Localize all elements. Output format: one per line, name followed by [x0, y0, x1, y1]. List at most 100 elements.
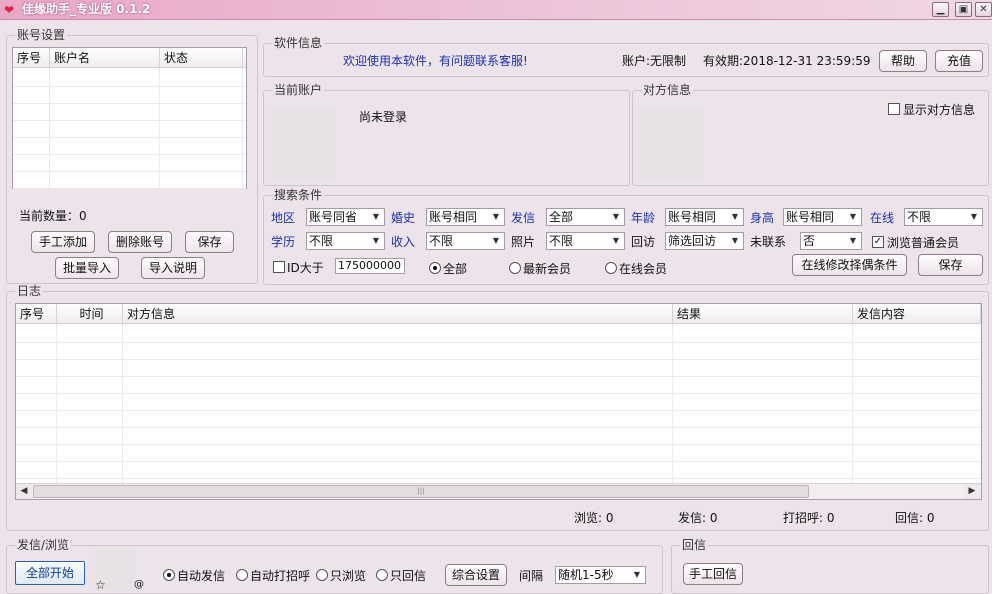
mode-browse-only-label: 只浏览: [330, 569, 367, 583]
uncontacted-select[interactable]: 否 ▼: [800, 232, 862, 250]
col-status[interactable]: 状态: [160, 48, 243, 68]
title-bar[interactable]: ❤ 佳缘助手_专业版 0.1.2 ▁ ▣ ✕: [0, 0, 992, 20]
account-settings-title: 账号设置: [15, 28, 68, 42]
log-col-other-info[interactable]: 对方信息: [123, 304, 673, 324]
chevron-down-icon: ▼: [492, 212, 500, 221]
grid-row-line: [16, 342, 981, 343]
start-all-button[interactable]: 全部开始: [15, 561, 85, 585]
mode-auto-send-radio[interactable]: [163, 569, 175, 581]
minimize-button[interactable]: ▁: [932, 2, 949, 17]
save-search-button[interactable]: 保存: [918, 254, 983, 276]
log-table-header: 序号 时间 对方信息 结果 发信内容: [16, 304, 981, 324]
mode-auto-send-label: 自动发信: [177, 569, 226, 583]
other-info-title: 对方信息: [641, 83, 694, 97]
photo-value: 不限: [549, 234, 574, 248]
stat-reply: 回信: 0: [895, 511, 935, 525]
delete-account-button[interactable]: 删除账号: [108, 231, 172, 253]
search-conditions-title: 搜索条件: [272, 188, 325, 202]
account-count: 当前数量：0: [19, 209, 87, 223]
height-select[interactable]: 账号相同 ▼: [783, 208, 862, 226]
sent-select[interactable]: 全部 ▼: [546, 208, 625, 226]
income-select[interactable]: 不限 ▼: [426, 232, 505, 250]
income-label: 收入: [391, 235, 416, 249]
modify-criteria-button[interactable]: 在线修改择偶条件: [792, 254, 907, 276]
income-value: 不限: [429, 234, 454, 248]
radio-all[interactable]: [429, 262, 441, 274]
window-title: 佳缘助手_专业版 0.1.2: [22, 2, 151, 16]
uncontacted-label: 未联系: [750, 235, 787, 249]
radio-online[interactable]: [605, 262, 617, 274]
browse-normal-label: 浏览普通会员: [887, 236, 960, 250]
online-label: 在线: [870, 211, 895, 225]
grid-line: [852, 324, 853, 483]
current-avatar: [271, 108, 335, 180]
mode-reply-only-radio[interactable]: [376, 569, 388, 581]
photo-label: 照片: [511, 235, 536, 249]
region-select[interactable]: 账号同省 ▼: [306, 208, 385, 226]
log-horizontal-scrollbar[interactable]: ◀ ||| ▶: [16, 483, 981, 499]
send-browse-title: 发信/浏览: [15, 538, 72, 552]
log-table[interactable]: 序号 时间 对方信息 结果 发信内容 ◀ ||| ▶: [15, 303, 982, 500]
scroll-left-icon[interactable]: ◀: [16, 484, 32, 499]
education-value: 不限: [309, 234, 334, 248]
id-filter-input[interactable]: 175000000: [335, 258, 405, 274]
mode-reply-only-label: 只回信: [390, 569, 427, 583]
grid-row-line: [13, 171, 246, 172]
log-col-index[interactable]: 序号: [16, 304, 57, 324]
manual-reply-button[interactable]: 手工回信: [683, 563, 743, 585]
education-label: 学历: [271, 235, 296, 249]
help-button[interactable]: 帮助: [879, 50, 927, 72]
save-accounts-button[interactable]: 保存: [185, 231, 234, 253]
chevron-down-icon: ▼: [372, 236, 380, 245]
batch-import-button[interactable]: 批量导入: [55, 257, 119, 279]
welcome-text: 欢迎使用本软件，有问题联系客服!: [343, 54, 528, 68]
age-label: 年龄: [631, 211, 656, 225]
account-list[interactable]: 序号 账户名 状态: [12, 47, 247, 189]
chevron-down-icon: ▼: [633, 570, 641, 579]
manual-add-button[interactable]: 手工添加: [31, 231, 95, 253]
account-limit: 账户:无限制: [622, 54, 687, 68]
col-account-name[interactable]: 账户名: [50, 48, 160, 68]
other-avatar: [639, 108, 703, 180]
show-other-info-label: 显示对方信息: [903, 103, 976, 117]
photo-select[interactable]: 不限 ▼: [546, 232, 625, 250]
radio-newest[interactable]: [509, 262, 521, 274]
software-info-title: 软件信息: [272, 36, 325, 50]
reply-title: 回信: [680, 538, 709, 552]
grid-row-line: [16, 359, 981, 360]
mode-browse-only-radio[interactable]: [316, 569, 328, 581]
interval-select[interactable]: 随机1-5秒 ▼: [555, 566, 646, 584]
marriage-value: 账号相同: [429, 210, 478, 224]
import-help-button[interactable]: 导入说明: [141, 257, 205, 279]
general-settings-button[interactable]: 综合设置: [445, 564, 507, 586]
log-col-result[interactable]: 结果: [673, 304, 853, 324]
mode-auto-greet-label: 自动打招呼: [250, 569, 311, 583]
at-icon: @: [134, 579, 144, 590]
log-col-content[interactable]: 发信内容: [853, 304, 981, 324]
height-value: 账号相同: [786, 210, 835, 224]
scroll-right-icon[interactable]: ▶: [964, 484, 980, 499]
mode-auto-greet-radio[interactable]: [236, 569, 248, 581]
chevron-down-icon: ▼: [372, 212, 380, 221]
id-filter-checkbox[interactable]: [273, 261, 285, 273]
maximize-button[interactable]: ▣: [955, 2, 972, 17]
online-select[interactable]: 不限 ▼: [904, 208, 983, 226]
account-list-header: 序号 账户名 状态: [13, 48, 246, 68]
close-button[interactable]: ✕: [975, 2, 992, 17]
browse-normal-checkbox[interactable]: ✓: [872, 236, 884, 248]
radio-all-label: 全部: [443, 262, 468, 276]
revisit-select[interactable]: 筛选回访 ▼: [665, 232, 744, 250]
show-other-info-checkbox[interactable]: [888, 103, 900, 115]
scroll-thumb[interactable]: |||: [33, 485, 809, 498]
star-icon: ☆: [95, 578, 106, 592]
education-select[interactable]: 不限 ▼: [306, 232, 385, 250]
age-select[interactable]: 账号相同 ▼: [665, 208, 744, 226]
marriage-select[interactable]: 账号相同 ▼: [426, 208, 505, 226]
recharge-button[interactable]: 充值: [935, 50, 983, 72]
login-status: 尚未登录: [359, 110, 408, 124]
col-index[interactable]: 序号: [13, 48, 50, 68]
grid-row-line: [13, 188, 246, 189]
stat-sent: 发信: 0: [678, 511, 718, 525]
grid-row-line: [16, 393, 981, 394]
log-col-time[interactable]: 时间: [57, 304, 123, 324]
